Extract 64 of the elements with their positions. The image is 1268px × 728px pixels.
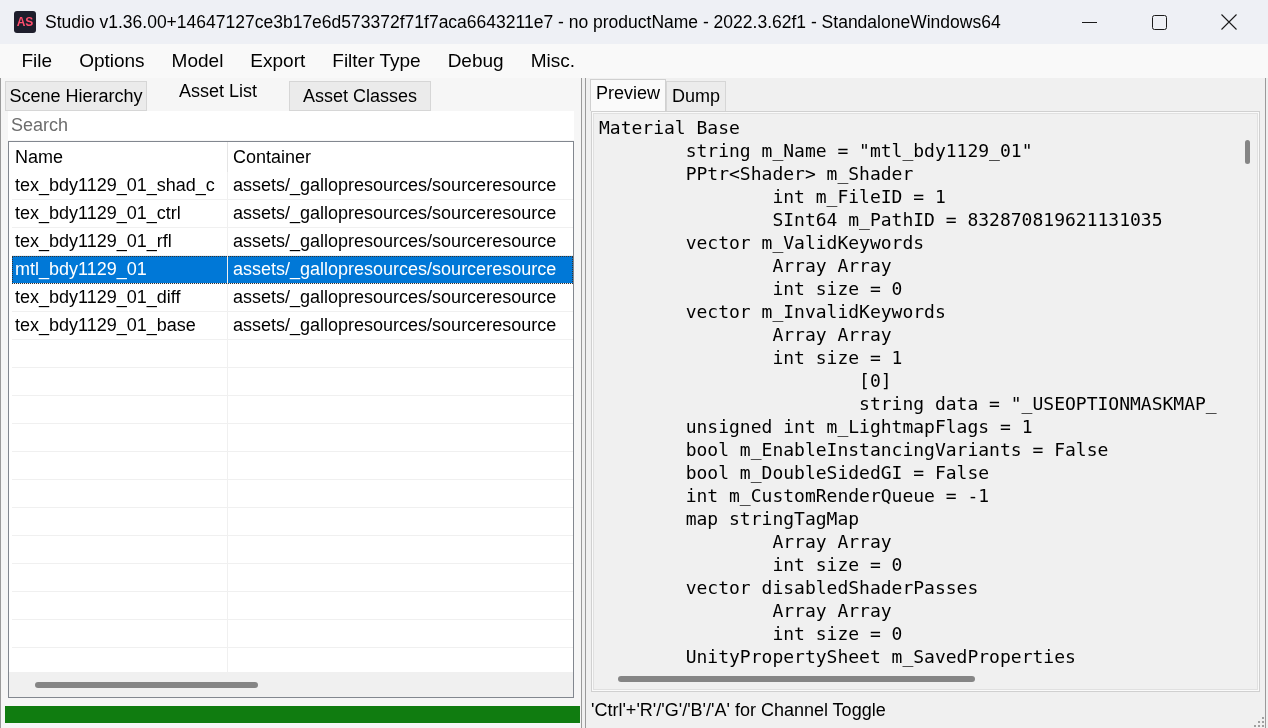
scrollbar-thumb[interactable] xyxy=(618,676,975,682)
dump-line: SInt64 m_PathID = 832870819621131035 xyxy=(772,208,1163,231)
dump-line: map stringTagMap xyxy=(685,507,860,530)
table-cell-text: assets/_gallopresources/sourceresource xyxy=(232,286,558,310)
dump-line: int size = 0 xyxy=(772,277,903,300)
menu-item[interactable]: Model xyxy=(158,44,237,78)
menu-item[interactable]: File xyxy=(8,44,66,78)
dump-line: int size = 0 xyxy=(772,622,903,645)
dump-line: int size = 1 xyxy=(772,346,903,369)
tab[interactable]: Preview xyxy=(590,79,667,111)
table-row[interactable]: tex_bdy1129_01_shad_c assets/_gallopresources/sourceresource xyxy=(12,172,573,200)
table-row[interactable]: tex_bdy1129_01_ctrl assets/_gallopresources/sourceresource xyxy=(12,200,573,228)
dump-line: string m_Name = "mtl_bdy1129_01" xyxy=(685,139,1033,162)
menu-item[interactable]: Options xyxy=(65,44,159,78)
search-field[interactable]: Search xyxy=(8,111,574,140)
dump-line: [0] xyxy=(859,369,892,392)
table-cell-text: assets/_gallopresources/sourceresource xyxy=(232,258,558,282)
dump-line: unsigned int m_LightmapFlags = 1 xyxy=(685,415,1033,438)
dump-line: int size = 0 xyxy=(772,553,903,576)
scrollbar-thumb[interactable] xyxy=(35,681,258,688)
table-row[interactable]: mtl_bdy1129_01 assets/_gallopresources/sourceresource xyxy=(12,256,573,284)
table-cell: mtl_bdy1129_01 xyxy=(12,256,228,283)
minimize-icon xyxy=(1081,21,1097,23)
close-icon xyxy=(1221,14,1237,30)
table-cell: tex_bdy1129_01_ctrl xyxy=(12,200,228,227)
dump-line: bool m_EnableInstancingVariants = False xyxy=(685,438,1109,461)
dump-line: int m_CustomRenderQueue = -1 xyxy=(685,484,990,507)
table-cell: tex_bdy1129_01_base xyxy=(12,312,228,339)
table-cell-text: assets/_gallopresources/sourceresource xyxy=(232,314,558,338)
dump-line: bool m_DoubleSidedGI = False xyxy=(685,461,990,484)
menu-item[interactable]: Misc. xyxy=(517,44,589,78)
dump-line: UnityPropertySheet m_SavedProperties xyxy=(685,645,1076,668)
dump-line: Array Array xyxy=(772,254,892,277)
dump-line: vector disabledShaderPasses xyxy=(685,576,979,599)
dump-line: PPtr<Shader> m_Shader xyxy=(685,162,914,185)
dump-line: vector m_InvalidKeywords xyxy=(685,300,946,323)
tab[interactable]: Asset Classes xyxy=(289,81,431,111)
table-cell-text: assets/_gallopresources/sourceresource xyxy=(232,174,558,198)
dump-line: Material Base xyxy=(599,116,740,139)
dump-line: vector m_ValidKeywords xyxy=(685,231,925,254)
dump-line: string data = "_USEOPTIONMASKMAP_ xyxy=(859,392,1217,415)
menu-item[interactable]: Export xyxy=(236,44,319,78)
menu-item[interactable]: Filter Type xyxy=(318,44,435,78)
dump-line: Array Array xyxy=(772,323,892,346)
scrollbar-thumb[interactable] xyxy=(1244,140,1250,164)
maximize-icon xyxy=(1151,14,1167,30)
table-cell: tex_bdy1129_01_rfl xyxy=(12,228,228,255)
tab[interactable]: Dump xyxy=(666,81,727,111)
tab[interactable]: Scene Hierarchy xyxy=(5,81,147,111)
column-header[interactable]: Container xyxy=(228,142,573,172)
dump-line: Array Array xyxy=(772,530,892,553)
app-logo: AS xyxy=(14,11,36,33)
table-cell-text: assets/_gallopresources/sourceresource xyxy=(232,230,558,254)
table-row[interactable]: tex_bdy1129_01_diff assets/_gallopresources/sourceresource xyxy=(12,284,573,312)
table-cell: tex_bdy1129_01_diff xyxy=(12,284,228,311)
table-cell: tex_bdy1129_01_shad_c xyxy=(12,172,228,199)
dump-line: Array Array xyxy=(772,599,892,622)
window-title: Studio v1.36.00+14647127ce3b17e6d573372f71f7aca6643211e7 - no productName - 2022.3.62f1 - StandaloneWindows64 xyxy=(45,10,1001,34)
column-header[interactable]: Name xyxy=(9,142,228,172)
menu-item[interactable]: Debug xyxy=(434,44,518,78)
dump-line: int m_FileID = 1 xyxy=(772,185,946,208)
status-text: 'Ctrl'+'R'/'G'/'B'/'A' for Channel Toggle xyxy=(591,698,886,722)
table-row[interactable]: tex_bdy1129_01_base assets/_gallopresources/sourceresource xyxy=(12,312,573,340)
table-cell-text: assets/_gallopresources/sourceresource xyxy=(232,202,558,226)
